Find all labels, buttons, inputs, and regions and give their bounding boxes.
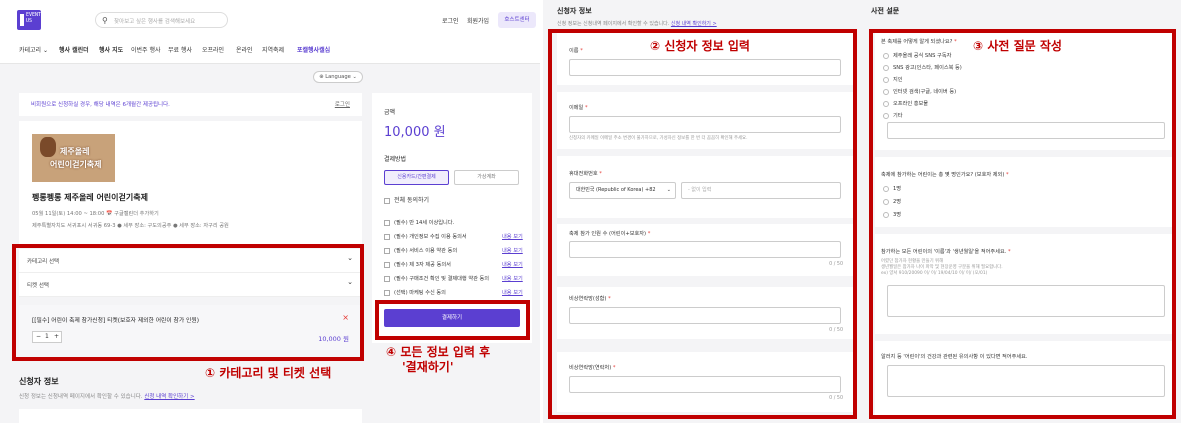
- highlight-box-2: [548, 29, 857, 419]
- search-input[interactable]: ⚲ 찾아보고 싶은 행사를 검색해보세요: [95, 12, 228, 28]
- guest-notice: 비회원으로 신청하실 경우, 해당 내역은 6개월간 제공됩니다. 로그인: [19, 93, 362, 116]
- view-terms-link[interactable]: 내용 보기: [502, 247, 523, 254]
- applicant-title: 신청자 정보: [19, 377, 59, 386]
- checkbox-icon: [384, 289, 390, 296]
- agreement-text: (필수) 개인정보 수집 이용 동의서: [394, 234, 467, 240]
- event-page-panel: EVENT US ⚲ 찾아보고 싶은 행사를 검색해보세요 로그인 회원가입 호…: [0, 0, 540, 423]
- language-select[interactable]: ⊕ Language ⌄: [313, 71, 363, 83]
- nav-local-festival[interactable]: 지역축제: [262, 45, 284, 54]
- checkbox-icon: [384, 247, 390, 254]
- logo-text: EVENT US: [26, 12, 42, 24]
- annotation-1: ① 카테고리 및 티켓 선택: [205, 366, 332, 380]
- notice-text: 비회원으로 신청하실 경우, 해당 내역은 6개월간 제공됩니다.: [31, 102, 170, 108]
- agreement-item[interactable]: (필수) 서비스 이용 약관 동의 내용 보기: [384, 247, 523, 254]
- nav-category[interactable]: 카테고리 ⌄: [19, 45, 48, 54]
- checkbox-icon: [384, 261, 390, 268]
- thumb-title-1: 제주올레: [60, 147, 90, 156]
- agreement-text: (필수) 만 14세 이상입니다.: [394, 220, 455, 226]
- checkbox-icon: [384, 219, 390, 226]
- nav-calendar[interactable]: 행사 캘린더: [59, 45, 89, 54]
- agreement-text: (선택) 마케팅 수신 동의: [394, 290, 446, 296]
- agreement-item[interactable]: (필수) 제 3자 제공 동의서 내용 보기: [384, 261, 523, 268]
- annotation-2: ② 신청자 정보 입력: [650, 39, 750, 53]
- amount-value: 10,000 원: [384, 125, 446, 140]
- agreement-item[interactable]: (필수) 구매조건 확인 및 결제대행 약관 동의 내용 보기: [384, 275, 523, 282]
- nav-offline[interactable]: 오프라인: [202, 45, 224, 54]
- nav-map[interactable]: 행사 지도: [99, 45, 123, 54]
- agree-all-label: 전체 동의하기: [394, 197, 430, 204]
- form-sub-text: 신청 정보는 신청내역 페이지에서 확인할 수 있습니다.: [557, 21, 670, 27]
- agreement-item[interactable]: (필수) 개인정보 수집 이용 동의서 내용 보기: [384, 233, 523, 240]
- highlight-box-1: [12, 244, 364, 361]
- event-date: 05월 11일(토) 14:00 ~ 18:00 📅 구글캘린더 추가하기: [32, 211, 159, 217]
- form-title: 신청자 정보: [557, 7, 592, 15]
- checkbox-icon: [384, 197, 390, 204]
- event-title: 펭롱펭롱 제주올레 어린이걷기축제: [32, 193, 148, 202]
- agreement-text: (필수) 구매조건 확인 및 결제대행 약관 동의: [394, 276, 490, 282]
- signup-link[interactable]: 회원가입: [467, 16, 489, 25]
- main-nav: 카테고리 ⌄ 행사 캘린더 행사 지도 이번주 행사 무료 행사 오프라인 온라…: [0, 38, 540, 64]
- applicant-sub-text: 신청 정보는 신청내역 페이지에서 확인할 수 있습니다.: [19, 394, 143, 400]
- method-label: 결제방법: [384, 156, 407, 163]
- login-link[interactable]: 로그인: [442, 16, 459, 25]
- applicant-form-panel: 신청자 정보 신청 정보는 신청내역 페이지에서 확인할 수 있습니다. 신청 …: [543, 0, 861, 423]
- site-header: EVENT US ⚲ 찾아보고 싶은 행사를 검색해보세요 로그인 회원가입 호…: [0, 0, 540, 38]
- checkbox-icon: [384, 233, 390, 240]
- notice-login-link[interactable]: 로그인: [335, 100, 350, 108]
- search-icon: ⚲: [102, 16, 108, 25]
- view-terms-link[interactable]: 내용 보기: [502, 261, 523, 268]
- agree-all-checkbox[interactable]: 전체 동의하기: [384, 195, 429, 204]
- view-terms-link[interactable]: 내용 보기: [502, 233, 523, 240]
- annotation-3: ③ 사전 질문 작성: [973, 39, 1062, 53]
- form-subtitle: 신청 정보는 신청내역 페이지에서 확인할 수 있습니다. 신청 내역 확인하기…: [557, 20, 717, 27]
- form-history-link[interactable]: 신청 내역 확인하기 >: [671, 21, 717, 27]
- applicant-history-link[interactable]: 신청 내역 확인하기 >: [144, 394, 194, 400]
- brand-logo[interactable]: EVENT US: [17, 10, 41, 30]
- agreement-text: (필수) 서비스 이용 약관 동의: [394, 248, 458, 254]
- applicant-subtitle: 신청 정보는 신청내역 페이지에서 확인할 수 있습니다. 신청 내역 확인하기…: [19, 392, 195, 400]
- highlight-box-4: [375, 300, 530, 340]
- nav-special[interactable]: 포캘행사캘심: [297, 45, 330, 54]
- amount-label: 금액: [384, 109, 396, 116]
- annotation-4-line2: '결재하기': [402, 360, 454, 374]
- survey-panel: 사전 설문 본 축제를 어떻게 알게 되셨나요? * 제주올레 공식 SNS 구…: [861, 0, 1181, 423]
- highlight-box-3: [869, 29, 1176, 419]
- search-placeholder: 찾아보고 싶은 행사를 검색해보세요: [114, 19, 196, 25]
- host-center-button[interactable]: 호스트센터: [498, 12, 536, 28]
- thumb-title-2: 어린이걷기축제: [50, 160, 102, 169]
- agreement-item[interactable]: (선택) 마케팅 수신 동의 내용 보기: [384, 289, 523, 296]
- checkbox-icon: [384, 275, 390, 282]
- event-card: 제주올레 어린이걷기축제 펭롱펭롱 제주올레 어린이걷기축제 05월 11일(토…: [19, 121, 362, 246]
- nav-online[interactable]: 온라인: [236, 45, 253, 54]
- nav-this-week[interactable]: 이번주 행사: [131, 45, 161, 54]
- agreement-text: (필수) 제 3자 제공 동의서: [394, 262, 451, 268]
- method-bank-button[interactable]: 가상계좌: [454, 170, 519, 185]
- event-place: 제주특별자치도 서귀포시 서귀동 69-3 ● 세부 장소: 구도의공주 ● 세…: [32, 223, 229, 229]
- view-terms-link[interactable]: 내용 보기: [502, 275, 523, 282]
- agreement-item[interactable]: (필수) 만 14세 이상입니다.: [384, 219, 454, 226]
- applicant-box: [19, 409, 362, 423]
- method-card-button[interactable]: 신용카드/간편결제: [384, 170, 449, 185]
- event-thumbnail: 제주올레 어린이걷기축제: [32, 134, 115, 182]
- nav-free[interactable]: 무료 행사: [168, 45, 192, 54]
- survey-title: 사전 설문: [871, 7, 900, 15]
- view-terms-link[interactable]: 내용 보기: [502, 289, 523, 296]
- footprint-graphic: [40, 137, 56, 157]
